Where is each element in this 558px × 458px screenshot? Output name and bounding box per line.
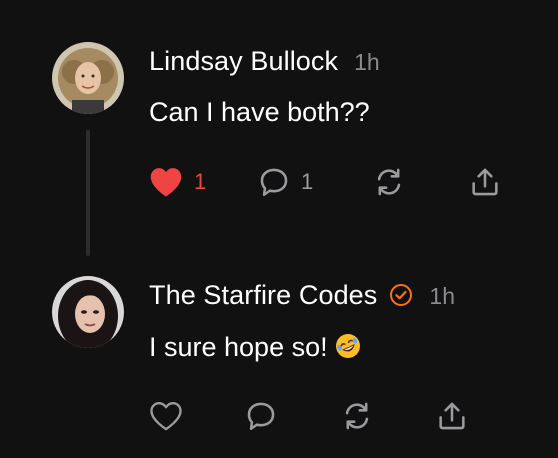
author-name[interactable]: Lindsay Bullock [149,46,338,77]
action-bar [148,396,518,436]
repost-button[interactable] [372,162,406,202]
author-name[interactable]: The Starfire Codes [149,280,377,311]
post-lindsay-bullock[interactable]: Lindsay Bullock 1h Can I have both?? 1 1 [0,0,558,260]
heart-filled-icon [148,166,184,198]
thread-line [86,130,90,256]
post-header: Lindsay Bullock 1h [149,46,380,77]
repost-icon [340,399,374,433]
share-button[interactable] [435,396,469,436]
post-time[interactable]: 1h [354,49,380,76]
reply-count: 1 [301,169,314,194]
verified-badge-icon [389,283,413,307]
rolling-on-the-floor-laughing-emoji [334,332,362,360]
heart-outline-icon [148,400,184,432]
post-text-line: I sure hope so! [149,332,362,363]
comment-icon [257,165,291,199]
action-bar: 1 1 [148,162,518,202]
post-text: Can I have both?? [149,97,370,127]
post-time[interactable]: 1h [429,283,455,310]
share-icon [435,399,469,433]
share-button[interactable] [468,162,502,202]
comment-icon [244,399,278,433]
repost-button[interactable] [340,396,374,436]
post-the-starfire-codes[interactable]: The Starfire Codes 1h I sure hope so! [0,260,558,458]
reply-button[interactable] [244,396,278,436]
like-button[interactable] [148,396,184,436]
like-button[interactable]: 1 [148,162,206,202]
reply-button[interactable]: 1 [257,162,313,202]
like-count: 1 [194,169,207,194]
avatar[interactable] [52,42,124,114]
avatar[interactable] [52,276,124,348]
post-text: I sure hope so! [149,332,328,362]
repost-icon [372,165,406,199]
post-header: The Starfire Codes 1h [149,280,455,311]
share-icon [468,165,502,199]
